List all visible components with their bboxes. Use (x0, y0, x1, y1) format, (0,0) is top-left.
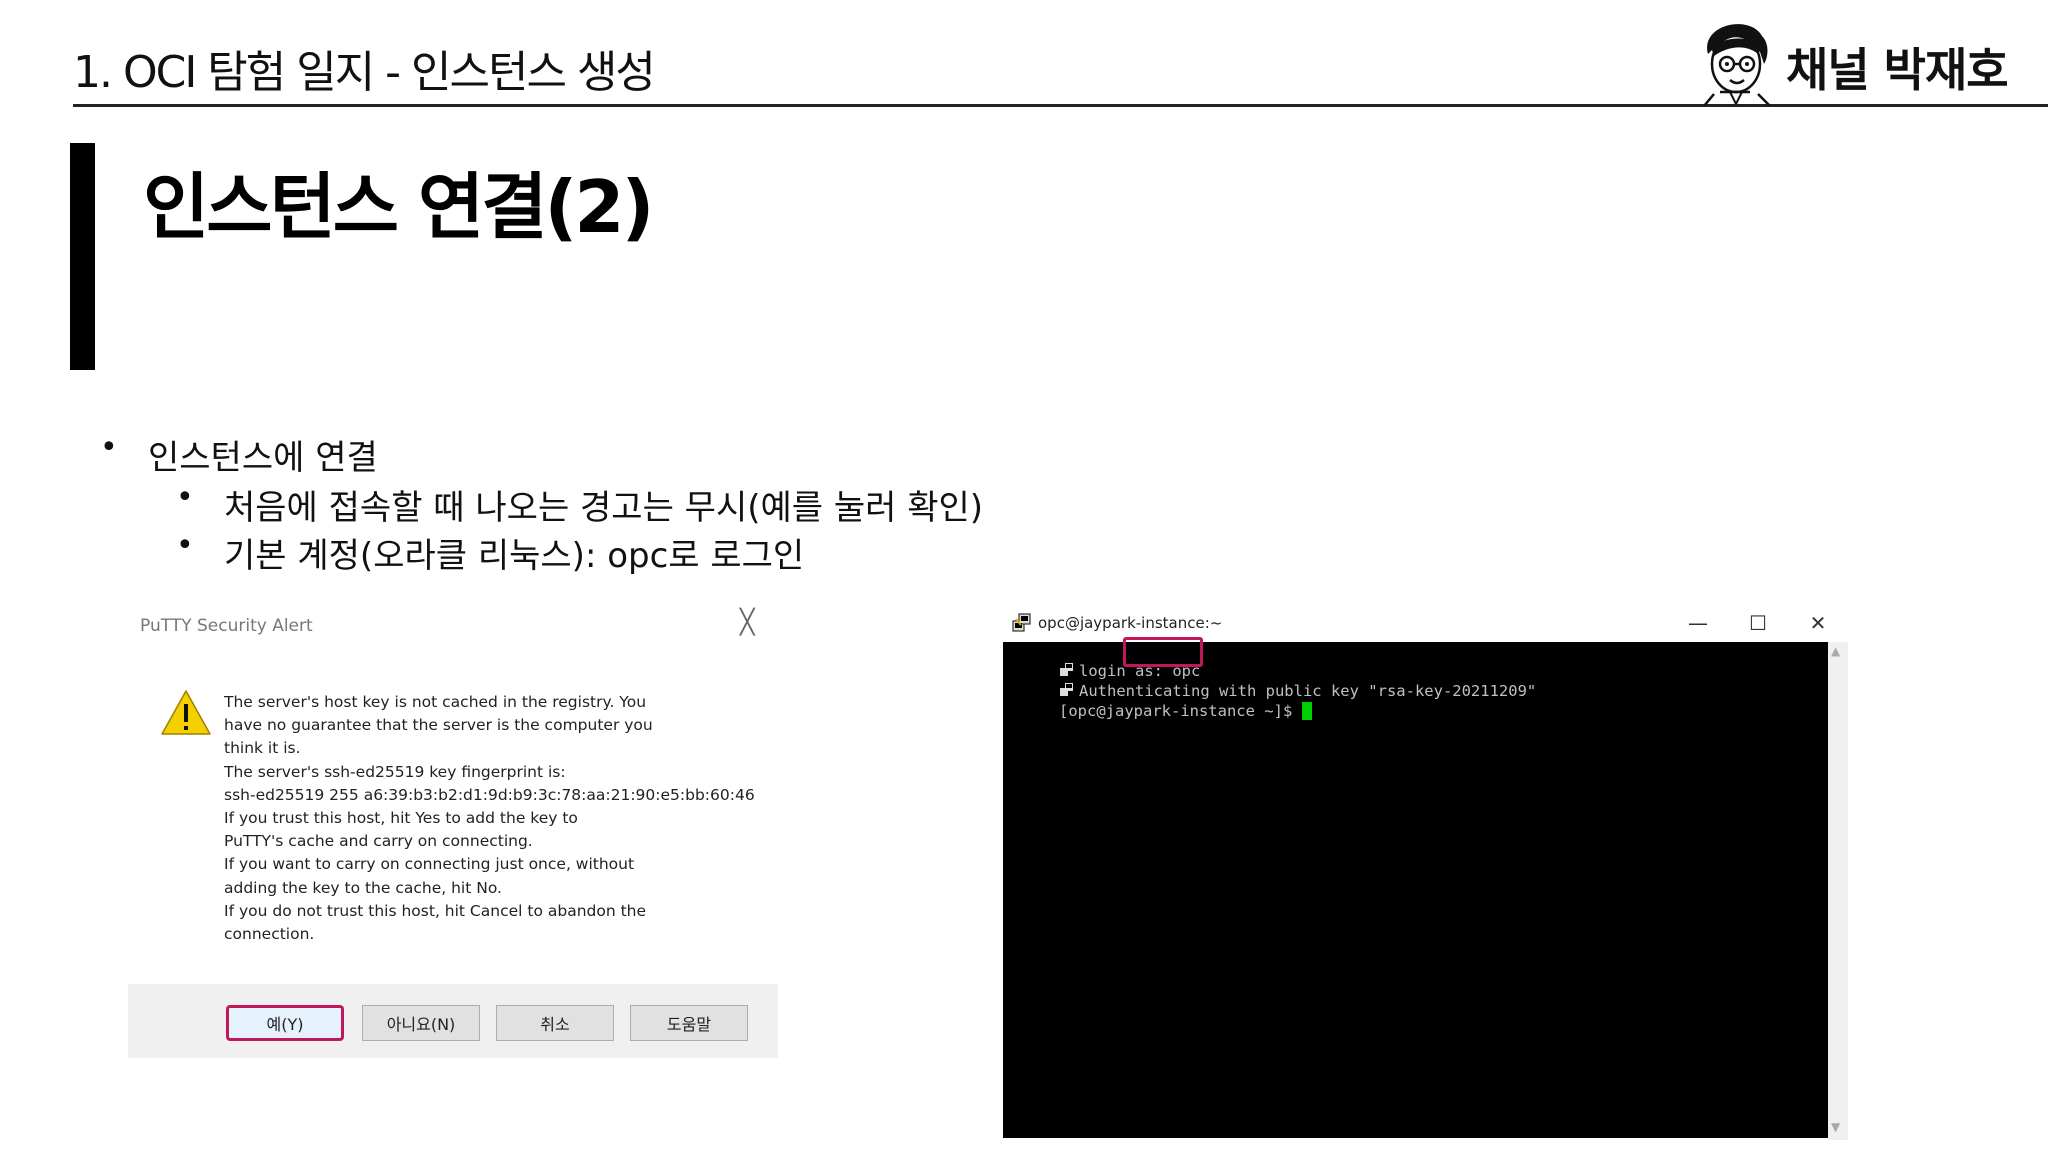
terminal-output[interactable]: login as: opc Authenticating with public… (1003, 637, 1828, 1138)
alert-message-line: connection. (224, 925, 315, 944)
bullet-item: • 인스턴스에 연결 (100, 430, 378, 479)
bullet-text: 기본 계정(오라클 리눅스): opc로 로그인 (224, 536, 805, 576)
alert-message: The server's host key is not cached in t… (224, 691, 764, 946)
alert-message-line: think it is. (224, 739, 301, 758)
maximize-button[interactable]: ☐ (1738, 608, 1778, 638)
channel-logo: 채널 박재호 (1690, 14, 2009, 106)
close-button[interactable]: ✕ (1798, 608, 1838, 638)
minimize-button[interactable]: — (1678, 608, 1718, 638)
putty-security-alert-dialog: PuTTY Security Alert ╳ The server's host… (128, 600, 778, 1060)
dialog-button-bar: 예(Y) 아니요(N) 취소 도움말 (128, 984, 778, 1058)
help-button[interactable]: 도움말 (630, 1005, 748, 1041)
bullet-dot: • (176, 528, 194, 563)
alert-message-line: If you want to carry on connecting just … (224, 855, 635, 874)
bullet-text: 처음에 접속할 때 나오는 경고는 무시(예를 눌러 확인) (224, 488, 984, 528)
terminal-cursor (1301, 702, 1312, 720)
window-title: opc@jaypark-instance:~ (1038, 614, 1223, 632)
putty-icon (1012, 613, 1031, 632)
warning-icon (161, 690, 211, 735)
scroll-up-icon[interactable]: ▲ (1831, 644, 1840, 658)
alert-message-line: The server's ssh-ed25519 key fingerprint… (224, 762, 566, 781)
alert-message-line: ssh-ed25519 255 a6:39:b3:b2:d1:9d:b9:3c:… (224, 785, 755, 804)
alert-message-line: PuTTY's cache and carry on connecting. (224, 832, 533, 851)
yes-button[interactable]: 예(Y) (226, 1005, 344, 1041)
alert-message-line: If you trust this host, hit Yes to add t… (224, 809, 578, 828)
title-accent-bar (70, 143, 95, 370)
terminal-prompt-line: [opc@jaypark-instance ~]$ (1003, 684, 1312, 720)
bullet-dot: • (176, 480, 194, 515)
dialog-title: PuTTY Security Alert (140, 616, 313, 636)
bullet-dot: • (100, 430, 118, 465)
logo-text: 채널 박재호 (1786, 43, 2009, 97)
terminal-line: Authenticating with public key "rsa-key-… (1003, 664, 1536, 700)
sub-bullet-item: • 기본 계정(오라클 리눅스): opc로 로그인 (176, 528, 805, 577)
close-icon[interactable]: ╳ (740, 608, 754, 636)
sub-bullet-item: • 처음에 접속할 때 나오는 경고는 무시(예를 눌러 확인) (176, 480, 984, 529)
scroll-down-icon[interactable]: ▼ (1831, 1120, 1840, 1134)
terminal-scrollbar[interactable]: ▲ ▼ (1828, 642, 1848, 1140)
terminal-prompt: [opc@jaypark-instance ~]$ (1059, 702, 1302, 720)
alert-message-line: The server's host key is not cached in t… (224, 693, 647, 711)
alert-message-line: adding the key to the cache, hit No. (224, 878, 502, 897)
cancel-button[interactable]: 취소 (496, 1005, 614, 1041)
no-button[interactable]: 아니요(N) (362, 1005, 480, 1041)
slide-header-title: 1. OCI 탐험 일지 - 인스턴스 생성 (73, 47, 656, 98)
login-highlight-box (1123, 637, 1203, 667)
putty-terminal-window: opc@jaypark-instance:~ — ☐ ✕ login as: o… (1000, 604, 1850, 1140)
page-title: 인스턴스 연결(2) (143, 165, 654, 249)
alert-message-line: have no guarantee that the server is the… (224, 716, 653, 735)
presenter-avatar-icon (1703, 24, 1771, 106)
bullet-text: 인스턴스에 연결 (148, 438, 378, 478)
alert-message-line: If you do not trust this host, hit Cance… (224, 901, 647, 920)
